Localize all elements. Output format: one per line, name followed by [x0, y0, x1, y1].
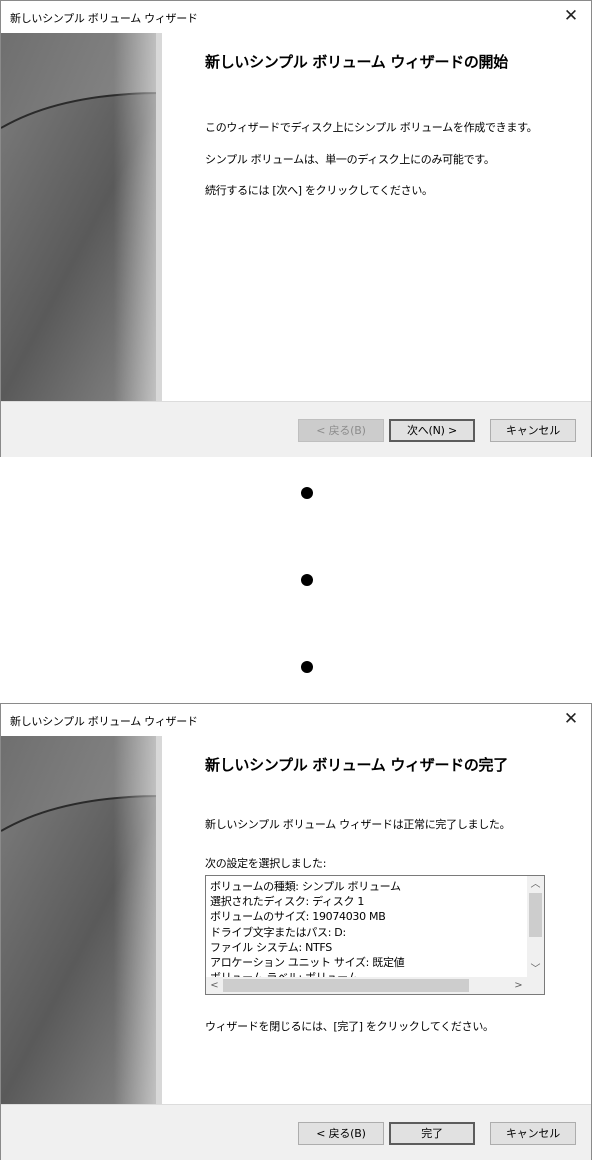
- settings-item: ファイル システム: NTFS: [210, 940, 332, 954]
- title-bar: 新しいシンプル ボリューム ウィザード ✕: [1, 1, 591, 33]
- next-button[interactable]: 次へ(N) >: [389, 419, 475, 442]
- settings-item: ドライブ文字またはパス: D:: [210, 925, 346, 939]
- page-heading: 新しいシンプル ボリューム ウィザードの完了: [205, 756, 508, 774]
- chevron-up-icon[interactable]: ︿: [527, 876, 544, 893]
- instruction-text: 続行するには [次へ] をクリックしてください。: [205, 184, 433, 197]
- button-bar: < 戻る(B) 次へ(N) > キャンセル: [1, 401, 591, 457]
- back-button[interactable]: < 戻る(B): [298, 1122, 384, 1145]
- close-icon[interactable]: ✕: [561, 6, 581, 26]
- settings-list: ボリュームの種類: シンプル ボリューム 選択されたディスク: ディスク 1 ボ…: [210, 879, 526, 985]
- settings-listbox[interactable]: ボリュームの種類: シンプル ボリューム 選択されたディスク: ディスク 1 ボ…: [205, 875, 545, 995]
- vertical-scrollbar[interactable]: ︿ ﹀: [527, 876, 544, 978]
- wizard-finish-dialog: 新しいシンプル ボリューム ウィザード ✕ 新しいシンプル ボリューム ウィザー…: [0, 703, 592, 1160]
- chevron-left-icon[interactable]: <: [206, 977, 223, 994]
- chevron-right-icon[interactable]: >: [510, 977, 527, 994]
- vertical-scroll-thumb[interactable]: [529, 893, 542, 937]
- chevron-down-icon[interactable]: ﹀: [527, 961, 544, 978]
- close-icon[interactable]: ✕: [561, 709, 581, 729]
- settings-item: ボリュームのサイズ: 19074030 MB: [210, 910, 386, 924]
- finish-button[interactable]: 完了: [389, 1122, 475, 1145]
- wizard-start-dialog: 新しいシンプル ボリューム ウィザード ✕ 新しいシンプル ボリューム ウィザー…: [0, 0, 592, 457]
- cancel-button[interactable]: キャンセル: [490, 419, 576, 442]
- ellipsis-dot: [301, 661, 313, 673]
- title-bar: 新しいシンプル ボリューム ウィザード ✕: [1, 704, 591, 736]
- window-title: 新しいシンプル ボリューム ウィザード: [10, 715, 198, 728]
- settings-label: 次の設定を選択しました:: [205, 857, 327, 870]
- wizard-content: 新しいシンプル ボリューム ウィザードの開始 このウィザードでディスク上にシンプ…: [162, 33, 591, 401]
- settings-item: ボリュームの種類: シンプル ボリューム: [210, 880, 401, 893]
- ellipsis-dot: [301, 574, 313, 586]
- scrollbar-corner: [527, 977, 544, 994]
- description-text: シンプル ボリュームは、単一のディスク上にのみ可能です。: [205, 153, 495, 166]
- description-text: このウィザードでディスク上にシンプル ボリュームを作成できます。: [205, 121, 538, 134]
- wizard-content: 新しいシンプル ボリューム ウィザードの完了 新しいシンプル ボリューム ウィザ…: [162, 736, 591, 1104]
- back-button: < 戻る(B): [298, 419, 384, 442]
- settings-item: 選択されたディスク: ディスク 1: [210, 895, 365, 909]
- horizontal-scroll-thumb[interactable]: [223, 979, 469, 992]
- wizard-side-image: [1, 33, 162, 401]
- button-bar: < 戻る(B) 完了 キャンセル: [1, 1104, 591, 1160]
- completed-text: 新しいシンプル ボリューム ウィザードは正常に完了しました。: [205, 818, 511, 831]
- cancel-button[interactable]: キャンセル: [490, 1122, 576, 1145]
- ellipsis-dot: [301, 487, 313, 499]
- wizard-side-image: [1, 736, 162, 1104]
- settings-item: アロケーション ユニット サイズ: 既定値: [210, 956, 405, 970]
- window-title: 新しいシンプル ボリューム ウィザード: [10, 12, 198, 25]
- page-heading: 新しいシンプル ボリューム ウィザードの開始: [205, 53, 508, 71]
- horizontal-scrollbar[interactable]: < >: [206, 977, 527, 994]
- instruction-text: ウィザードを閉じるには、[完了] をクリックしてください。: [205, 1020, 494, 1033]
